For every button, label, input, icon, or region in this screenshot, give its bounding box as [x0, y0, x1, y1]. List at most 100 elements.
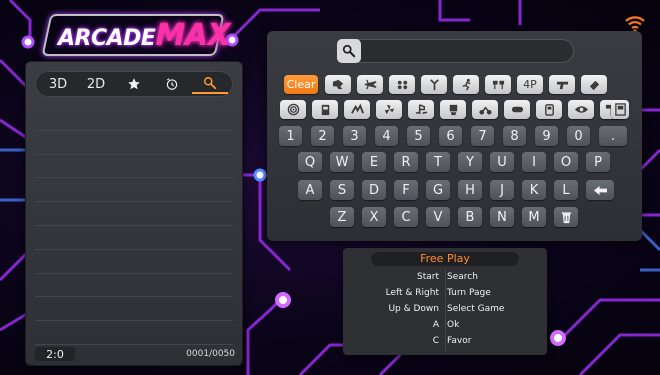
search-icon	[203, 76, 217, 90]
motorbike-icon	[478, 106, 492, 115]
tab-2d[interactable]: 2D	[78, 74, 114, 94]
platform-handheld-key[interactable]	[536, 100, 562, 119]
list-item[interactable]	[35, 131, 233, 155]
key-j[interactable]: J	[490, 180, 514, 200]
key-7[interactable]: 7	[471, 126, 494, 146]
genre-mahjong-key[interactable]	[440, 100, 466, 119]
key-d[interactable]: D	[362, 180, 386, 200]
genre-fighting-key[interactable]	[325, 75, 351, 94]
key-x[interactable]: X	[362, 207, 386, 227]
help-key: Up & Down	[388, 304, 439, 314]
genre-eye-key[interactable]	[568, 100, 594, 119]
clear-button[interactable]: Clear	[284, 75, 318, 94]
genre-racing-key[interactable]	[485, 75, 511, 94]
list-item[interactable]	[35, 178, 233, 203]
list-item[interactable]	[35, 321, 233, 345]
key-q[interactable]: Q	[298, 152, 322, 172]
player-indicator: 2:0	[35, 347, 75, 361]
genre-puzzle-key[interactable]	[389, 75, 415, 94]
platform-playstation-key[interactable]	[408, 100, 434, 119]
genre-gun-key[interactable]	[549, 75, 575, 94]
key-5[interactable]: 5	[407, 126, 430, 146]
arcade-cabinet-icon	[321, 104, 329, 116]
handheld-icon	[544, 104, 554, 116]
genre-shooter-key[interactable]	[357, 75, 383, 94]
key-v[interactable]: V	[426, 207, 450, 227]
key-a[interactable]: A	[298, 180, 322, 200]
genre-motorbike-key[interactable]	[472, 100, 498, 119]
sports-icon	[429, 79, 439, 91]
memory-card-key[interactable]	[611, 100, 629, 119]
key-m[interactable]: M	[522, 207, 546, 227]
key-c[interactable]: C	[394, 207, 418, 227]
key-i[interactable]: I	[522, 152, 546, 172]
tab-3d[interactable]: 3D	[40, 74, 76, 94]
search-bar	[337, 39, 574, 63]
game-list[interactable]	[35, 107, 233, 345]
help-action: Turn Page	[447, 288, 491, 298]
list-item[interactable]	[35, 107, 233, 131]
help-row: C Favor	[343, 336, 547, 352]
genre-sports-key[interactable]	[421, 75, 447, 94]
playstation-icon	[415, 104, 427, 115]
platform-console-key[interactable]	[504, 100, 530, 119]
key-period[interactable]: .	[599, 126, 627, 146]
key-e[interactable]: E	[362, 152, 386, 172]
key-z[interactable]: Z	[330, 207, 354, 227]
key-u[interactable]: U	[490, 152, 514, 172]
key-0[interactable]: 0	[567, 126, 590, 146]
list-item[interactable]	[35, 155, 233, 179]
key-h[interactable]: H	[458, 180, 482, 200]
free-play-label: Free Play	[371, 252, 519, 266]
help-key: A	[432, 320, 439, 330]
help-action: Favor	[447, 336, 472, 346]
help-key: C	[432, 336, 439, 346]
list-item[interactable]	[35, 226, 233, 250]
list-item[interactable]	[35, 297, 233, 322]
key-g[interactable]: G	[426, 180, 450, 200]
key-2[interactable]: 2	[311, 126, 334, 146]
genre-fan-key[interactable]	[376, 100, 402, 119]
key-w[interactable]: W	[330, 152, 354, 172]
memory-card-icon	[614, 103, 626, 116]
genre-eraser-key[interactable]	[581, 75, 607, 94]
mahjong-icon	[449, 104, 457, 116]
key-t[interactable]: T	[426, 152, 450, 172]
key-8[interactable]: 8	[503, 126, 526, 146]
arcade-screen: ARCADEMAX 3D 2D 2:0 0001/0050 Clear 4P 1…	[0, 0, 660, 375]
four-player-key[interactable]: 4P	[517, 75, 543, 94]
puzzle-icon	[397, 80, 407, 90]
tab-favorites[interactable]	[116, 74, 152, 94]
key-f[interactable]: F	[394, 180, 418, 200]
key-o[interactable]: O	[554, 152, 578, 172]
list-item[interactable]	[35, 274, 233, 298]
key-b[interactable]: B	[458, 207, 482, 227]
key-r[interactable]: R	[394, 152, 418, 172]
tab-history[interactable]	[154, 74, 190, 94]
game-list-panel: 3D 2D 2:0 0001/0050	[25, 61, 243, 366]
key-n[interactable]: N	[490, 207, 514, 227]
genre-cabinet-key[interactable]	[312, 100, 338, 119]
genre-action-key[interactable]	[453, 75, 479, 94]
list-item[interactable]	[35, 250, 233, 274]
key-k[interactable]: K	[522, 180, 546, 200]
key-s[interactable]: S	[330, 180, 354, 200]
search-input[interactable]	[367, 42, 567, 62]
help-action: Select Game	[447, 304, 505, 314]
tab-search[interactable]	[192, 74, 228, 94]
key-6[interactable]: 6	[439, 126, 462, 146]
delete-all-key[interactable]	[554, 207, 578, 227]
genre-spiral-key[interactable]	[280, 100, 306, 119]
key-p[interactable]: P	[586, 152, 610, 172]
key-y[interactable]: Y	[458, 152, 482, 172]
key-1[interactable]: 1	[279, 126, 302, 146]
key-3[interactable]: 3	[343, 126, 366, 146]
key-9[interactable]: 9	[535, 126, 558, 146]
key-l[interactable]: L	[554, 180, 578, 200]
category-tab-bar: 3D 2D	[35, 71, 233, 97]
genre-bird-key[interactable]	[344, 100, 370, 119]
backspace-key[interactable]	[586, 180, 614, 200]
list-item[interactable]	[35, 202, 233, 226]
key-4[interactable]: 4	[375, 126, 398, 146]
trash-icon	[561, 211, 571, 223]
